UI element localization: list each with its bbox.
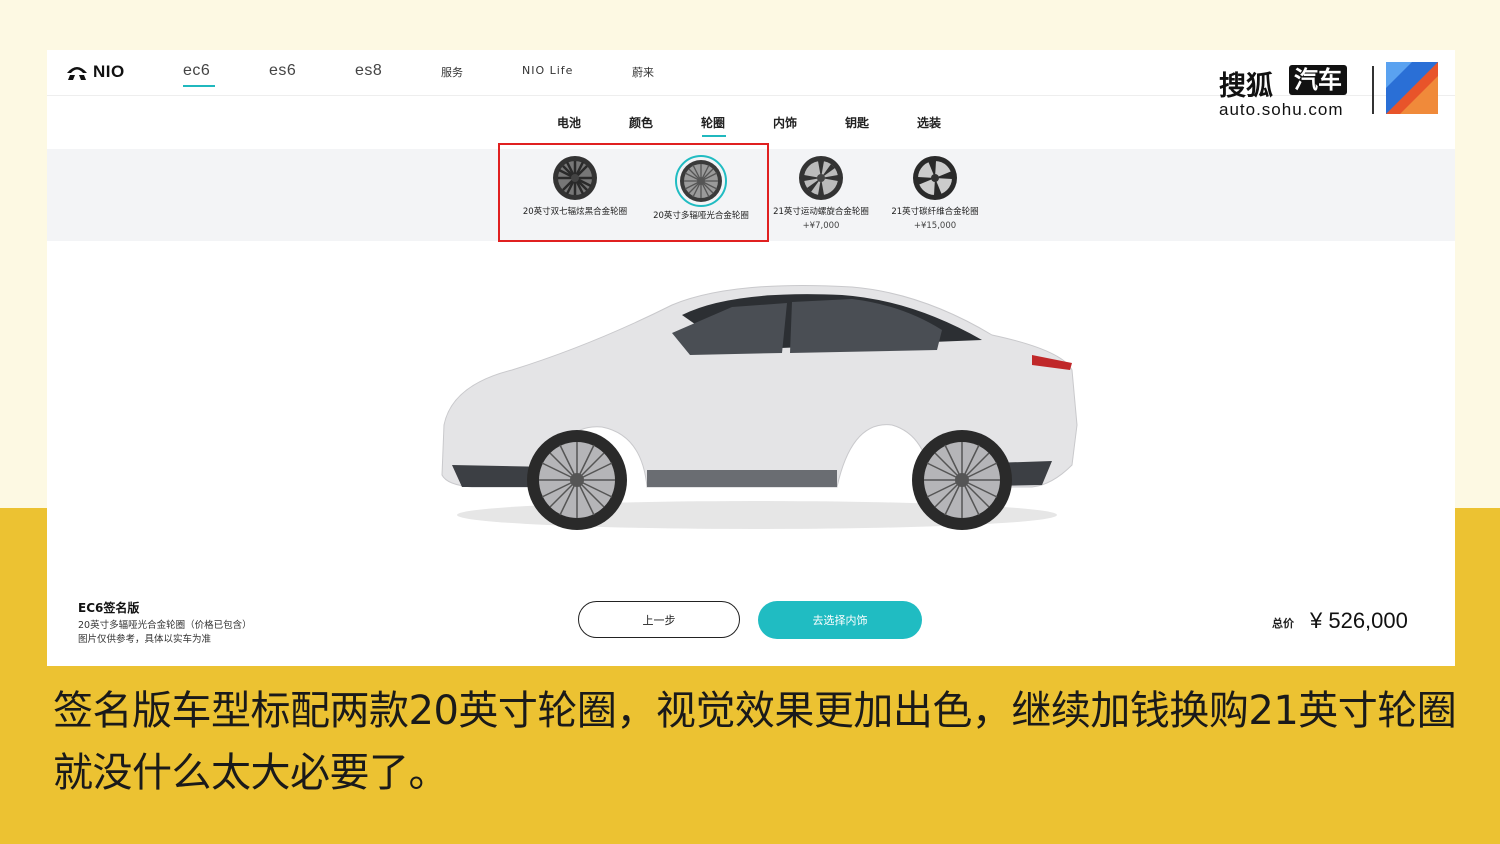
top-nav: NIO ec6 es6 es8 服务 NIO Life 蔚来 搜狐 汽车 aut… xyxy=(47,50,1455,119)
wheel-price: +¥7,000 xyxy=(802,221,840,231)
tab-key[interactable]: 钥匙 xyxy=(845,114,869,131)
nav-item-ec6[interactable]: ec6 xyxy=(183,62,210,80)
tab-interior[interactable]: 内饰 xyxy=(773,114,797,131)
nav-item-nio[interactable]: 蔚来 xyxy=(632,64,654,80)
total-price-value: ¥ 526,000 xyxy=(1310,608,1408,633)
wheel-name: 21英寸碳纤维合金轮圈 xyxy=(891,207,979,217)
nav-item-service[interactable]: 服务 xyxy=(441,64,463,80)
tab-active-indicator xyxy=(702,135,726,137)
nio-configurator-screenshot: NIO ec6 es6 es8 服务 NIO Life 蔚来 搜狐 汽车 aut… xyxy=(47,50,1455,666)
disclaimer-note: 图片仅供参考，具体以实车为准 xyxy=(78,634,212,645)
wheel-option-3[interactable]: 21英寸运动螺旋合金轮圈 +¥7,000 xyxy=(763,155,879,231)
wheel-thumbnail xyxy=(913,156,957,200)
wheel-thumbnail xyxy=(799,156,843,200)
tab-battery[interactable]: 电池 xyxy=(557,114,581,131)
nav-item-nio-life[interactable]: NIO Life xyxy=(522,64,573,77)
tab-options[interactable]: 选装 xyxy=(917,114,941,131)
nav-active-indicator xyxy=(183,85,215,87)
tab-color[interactable]: 颜色 xyxy=(629,114,653,131)
nav-item-es8[interactable]: es8 xyxy=(355,62,382,80)
tab-wheels[interactable]: 轮圈 xyxy=(701,114,725,131)
car-side-view-image xyxy=(441,284,1078,530)
highlight-box xyxy=(498,143,769,242)
sohu-auto-badge: 汽车 xyxy=(1289,65,1347,95)
config-tabs: 电池 颜色 轮圈 内饰 钥匙 选装 xyxy=(47,96,1455,148)
choose-interior-button[interactable]: 去选择内饰 xyxy=(758,601,922,639)
model-title: EC6签名版 xyxy=(78,601,140,615)
total-price-label: 总价 xyxy=(1272,617,1294,630)
nav-item-es6[interactable]: es6 xyxy=(269,62,296,80)
brand-name: NIO xyxy=(93,62,125,81)
wheel-option-4[interactable]: 21英寸碳纤维合金轮圈 +¥15,000 xyxy=(877,155,993,231)
nio-logo[interactable]: NIO xyxy=(65,62,125,82)
wheel-price: +¥15,000 xyxy=(913,221,957,231)
selected-wheel-note: 20英寸多辐哑光合金轮圈（价格已包含） xyxy=(78,620,252,631)
nio-logo-icon xyxy=(67,67,87,80)
previous-step-button[interactable]: 上一步 xyxy=(578,601,740,638)
article-caption: 签名版车型标配两款20英寸轮圈，视觉效果更加出色，继续加钱换购21英寸轮圈就没什… xyxy=(53,688,1457,796)
wheel-name: 21英寸运动螺旋合金轮圈 xyxy=(773,207,869,217)
